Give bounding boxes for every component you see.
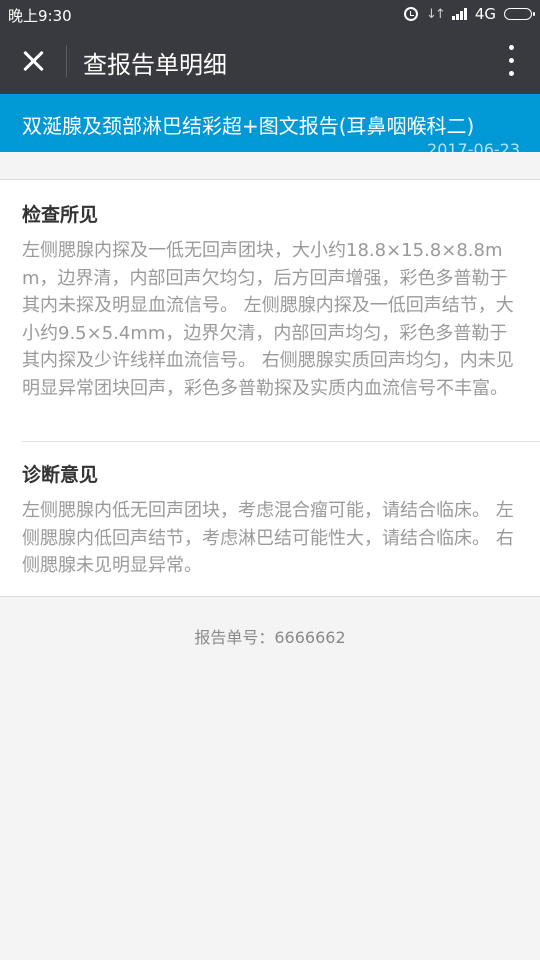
status-time: 晚上9:30 [8,7,72,25]
report-date: 2017-06-23 [427,140,520,152]
status-bar: 晚上9:30 ↓↑ 4G [0,0,540,27]
more-vertical-icon [509,45,514,77]
findings-title: 检查所见 [22,204,99,226]
diagnosis-title: 诊断意见 [22,464,99,486]
report-title: 双涎腺及颈部淋巴结彩超+图文报告(耳鼻咽喉科二) [22,114,475,138]
more-button[interactable] [504,43,520,79]
nav-divider [66,45,67,77]
alarm-icon [404,7,419,21]
findings-section: 检查所见 左侧腮腺内探及一低无回声团块，大小约18.8×15.8×8.8mm，边… [22,200,540,402]
report-content-card: 检查所见 左侧腮腺内探及一低无回声团块，大小约18.8×15.8×8.8mm，边… [0,179,540,597]
report-number: 报告单号：6666662 [194,628,346,647]
close-icon [22,50,44,72]
nav-bar: 查报告单明细 [0,27,540,94]
page-title: 查报告单明细 [83,51,227,79]
signal-icon [451,8,467,20]
diagnosis-section: 诊断意见 左侧腮腺内低无回声团块，考虑混合瘤可能，请结合临床。 左侧腮腺内低回声… [22,460,540,580]
status-icons: ↓↑ 4G [404,4,535,24]
section-divider [22,441,540,442]
battery-icon [504,8,535,20]
close-button[interactable] [14,42,52,80]
data-arrows-icon: ↓↑ [426,6,446,22]
report-header: 双涎腺及颈部淋巴结彩超+图文报告(耳鼻咽喉科二) 2017-06-23 [0,94,540,152]
findings-body: 左侧腮腺内探及一低无回声团块，大小约18.8×15.8×8.8mm，边界清，内部… [22,240,514,399]
network-label: 4G [474,5,496,23]
diagnosis-body: 左侧腮腺内低无回声团块，考虑混合瘤可能，请结合临床。 左侧腮腺内低回声结节，考虑… [22,500,514,576]
